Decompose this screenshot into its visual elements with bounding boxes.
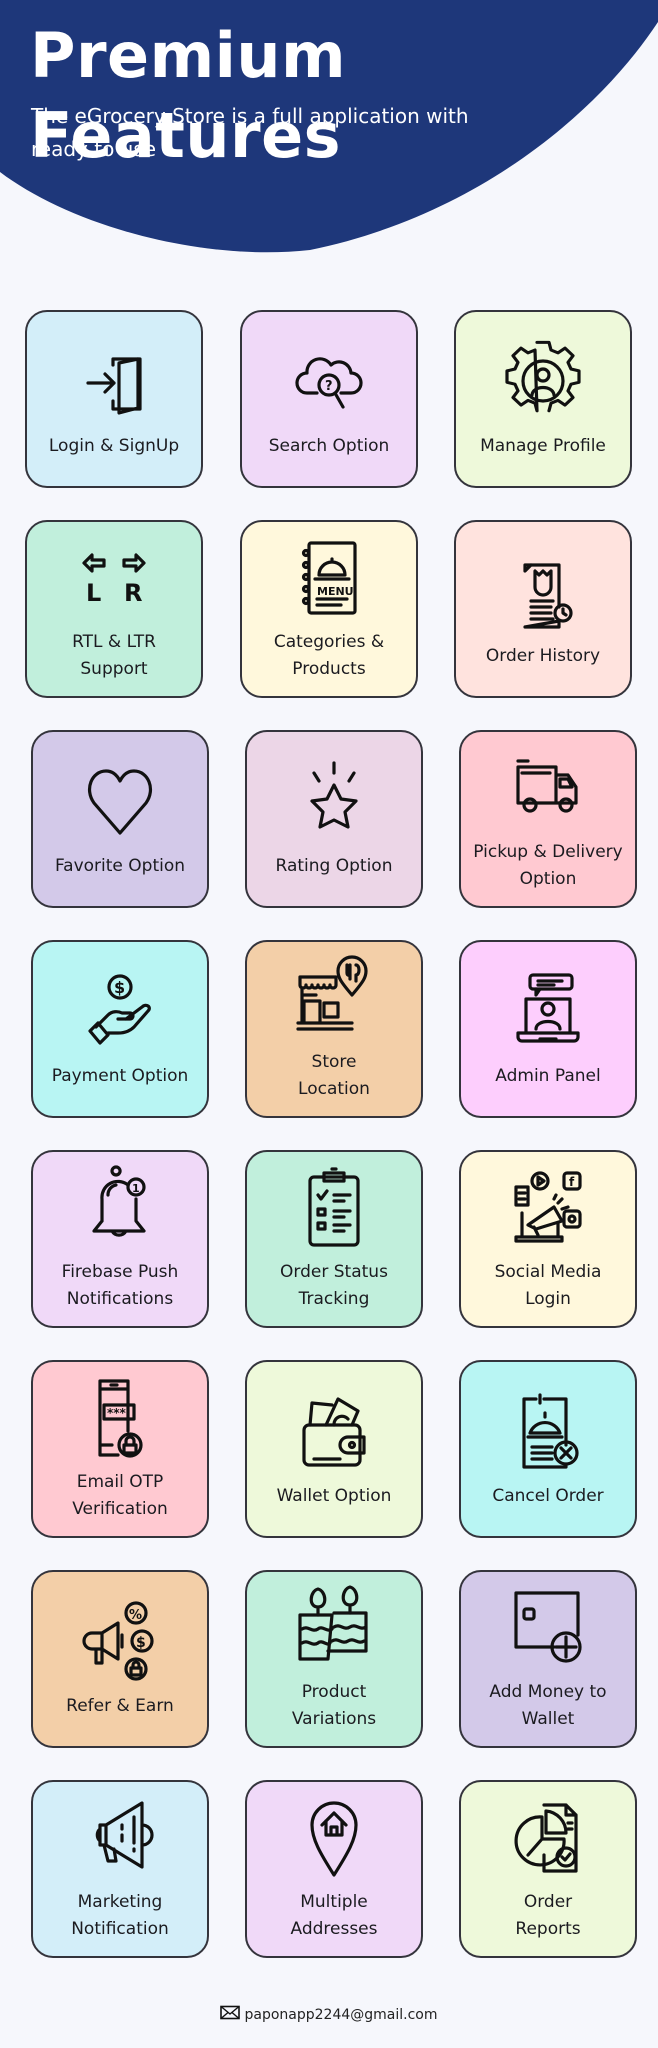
feature-label: Cancel Order [492,1485,604,1506]
hand-coin-icon: $ [78,969,162,1053]
feature-card-search-option[interactable]: ? Search Option [240,310,418,488]
svg-text:%: % [129,1608,142,1623]
feature-card-cancel-order[interactable]: Cancel Order [459,1360,637,1538]
wallet-add-icon [506,1585,590,1669]
feature-card-favorite-option[interactable]: Favorite Option [31,730,209,908]
rtl-ltr-arrows-icon: LR [72,535,156,619]
feature-label: RTL & LTR Support [72,632,156,679]
store-location-icon [292,955,376,1039]
feature-label: Rating Option [275,855,393,876]
feature-label: Categories & Products [273,632,385,679]
feature-card-email-otp[interactable]: *** Email OTP Verification [31,1360,209,1538]
product-variations-icon [292,1585,376,1669]
feature-card-add-money-wallet[interactable]: Add Money to Wallet [459,1570,637,1748]
feature-card-store-location[interactable]: Store Location [245,940,423,1118]
feature-label: Search Option [268,435,390,456]
wallet-cash-icon [292,1389,376,1473]
feature-card-payment-option[interactable]: $ Payment Option [31,940,209,1118]
cancel-order-icon [506,1389,590,1473]
svg-text:L: L [86,579,101,607]
page-subtitle: The eGrocery Store is a full application… [31,104,469,161]
feature-label: Multiple Addresses [290,1892,378,1939]
delivery-truck-icon [506,745,590,829]
home-pin-icon [292,1795,376,1879]
svg-text:R: R [124,579,142,607]
cloud-search-icon: ? [287,339,371,423]
feature-label: Store Location [298,1052,370,1099]
feature-label: Admin Panel [495,1065,601,1086]
feature-label: Manage Profile [480,435,606,456]
mail-icon [220,2005,241,2024]
feature-label: Firebase Push Notifications [61,1262,179,1309]
feature-label: Email OTP Verification [72,1472,168,1519]
feature-card-order-status-tracking[interactable]: Order Status Tracking [245,1150,423,1328]
pie-report-icon [506,1795,590,1879]
feature-card-admin-panel[interactable]: Admin Panel [459,940,637,1118]
phone-otp-lock-icon: *** [78,1375,162,1459]
feature-label: Order Status Tracking [280,1262,388,1309]
svg-text:$: $ [114,978,125,997]
svg-text:1: 1 [132,1182,140,1195]
feature-label: Order Reports [515,1892,581,1939]
feature-label: Social Media Login [494,1262,602,1309]
menu-book-icon: MENU [287,535,371,619]
svg-text:$: $ [136,1635,146,1651]
feature-card-social-media-login[interactable]: f Social Media Login [459,1150,637,1328]
feature-label: Order History [485,645,601,666]
feature-label: Pickup & Delivery Option [473,842,623,889]
feature-label: Wallet Option [276,1485,392,1506]
admin-laptop-icon [506,969,590,1053]
feature-card-product-variations[interactable]: Product Variations [245,1570,423,1748]
refer-megaphone-icon: % $ [78,1599,162,1683]
feature-card-pickup-delivery[interactable]: Pickup & Delivery Option [459,730,637,908]
clipboard-checklist-icon [292,1165,376,1249]
feature-card-marketing-notification[interactable]: Marketing Notification [31,1780,209,1958]
feature-card-firebase-push[interactable]: 1 Firebase Push Notifications [31,1150,209,1328]
gear-profile-icon [501,339,585,423]
feature-card-order-reports[interactable]: Order Reports [459,1780,637,1958]
feature-card-wallet-option[interactable]: Wallet Option [245,1360,423,1538]
feature-label: Product Variations [291,1682,377,1729]
feature-label: Login & SignUp [48,435,180,456]
feature-label: Favorite Option [54,855,186,876]
order-document-icon [501,549,585,633]
feature-card-rtl-ltr-support[interactable]: LR RTL & LTR Support [25,520,203,698]
svg-text:***: *** [107,1406,127,1420]
feature-label: Marketing Notification [71,1892,169,1939]
feature-card-login-signup[interactable]: Login & SignUp [25,310,203,488]
feature-card-multiple-addresses[interactable]: Multiple Addresses [245,1780,423,1958]
feature-card-manage-profile[interactable]: Manage Profile [454,310,632,488]
svg-text:MENU: MENU [317,585,354,598]
star-icon [292,759,376,843]
login-door-icon [72,339,156,423]
heart-icon [78,759,162,843]
svg-text:?: ? [325,379,333,394]
social-media-megaphone-icon: f [506,1165,590,1249]
feature-card-order-history[interactable]: Order History [454,520,632,698]
feature-label: Payment Option [51,1065,189,1086]
contact-email[interactable]: paponapp2244@gmail.com [244,2007,437,2023]
megaphone-icon [78,1795,162,1879]
feature-card-rating-option[interactable]: Rating Option [245,730,423,908]
svg-text:f: f [569,1175,575,1189]
feature-card-categories-products[interactable]: MENU Categories & Products [240,520,418,698]
feature-label: Refer & Earn [66,1695,174,1716]
feature-label: Add Money to Wallet [489,1682,607,1729]
bell-notification-icon: 1 [78,1165,162,1249]
footer-contact: paponapp2244@gmail.com [0,2005,658,2024]
feature-card-refer-earn[interactable]: % $ Refer & Earn [31,1570,209,1748]
